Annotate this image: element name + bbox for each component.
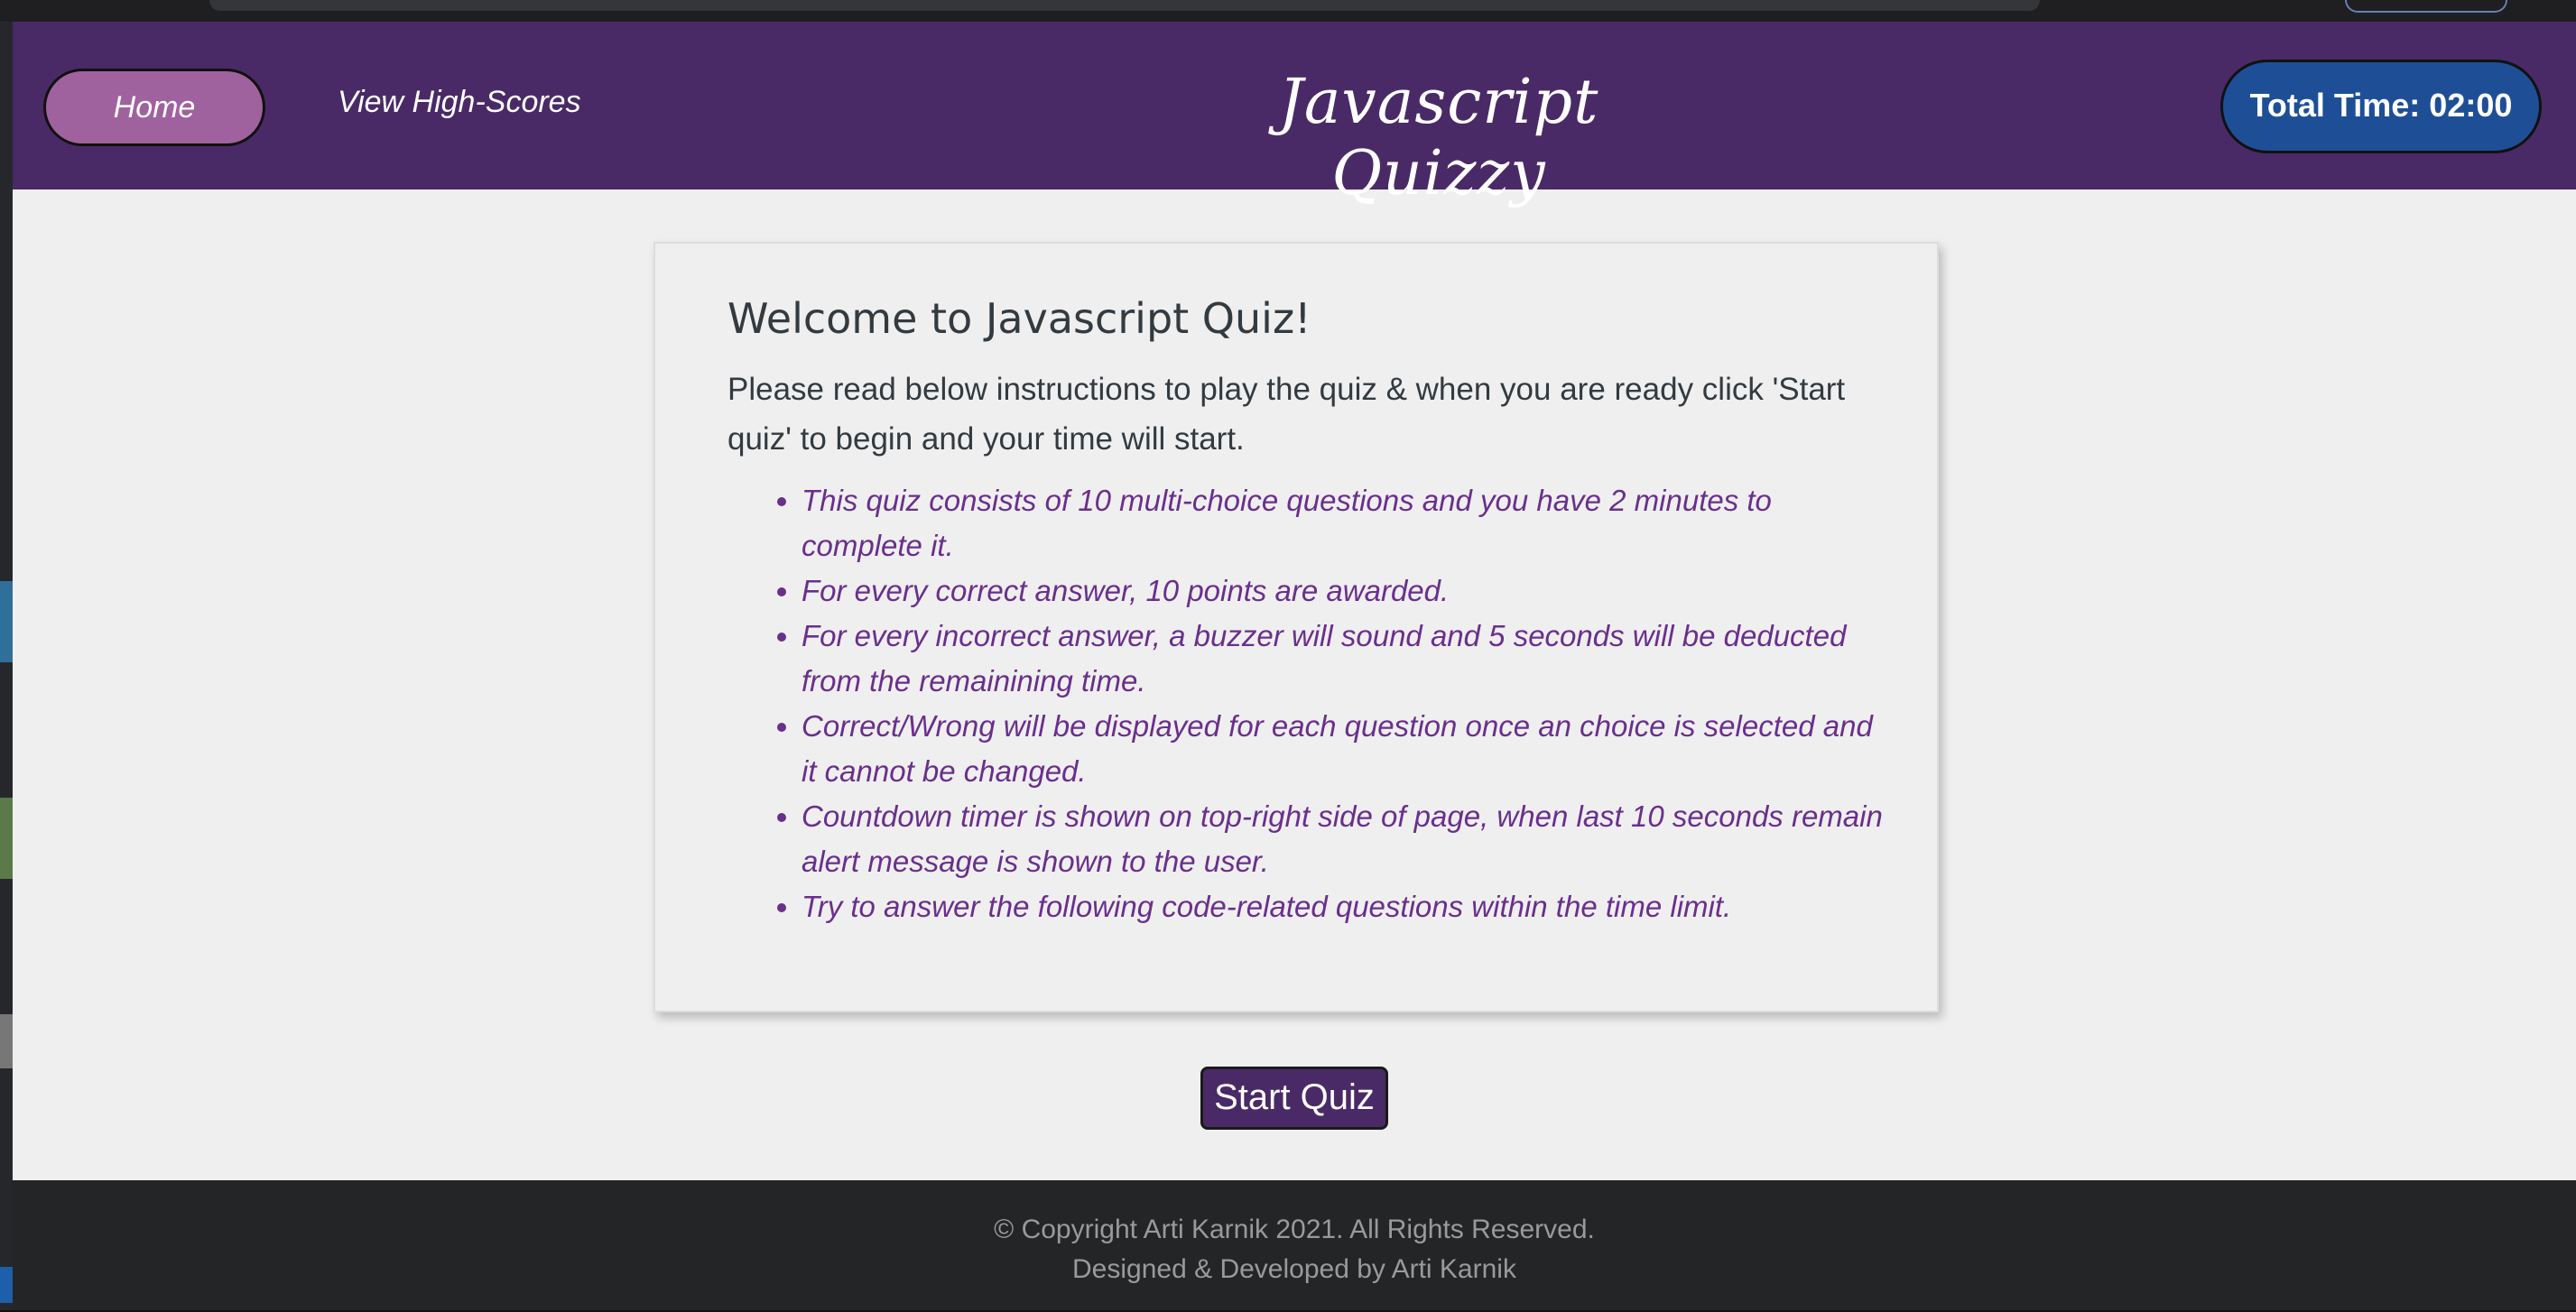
rule-item: For every correct answer, 10 points are … xyxy=(802,568,1894,614)
rules-list: This quiz consists of 10 multi-choice qu… xyxy=(764,478,1894,929)
side-dock xyxy=(0,22,13,1312)
profile-button[interactable] xyxy=(2345,0,2507,13)
quiz-page: Home View High-Scores Javascript Quizzy … xyxy=(13,22,2576,1310)
intro-text: Please read below instructions to play t… xyxy=(727,372,1846,457)
start-quiz-button[interactable]: Start Quiz xyxy=(1200,1067,1388,1130)
copyright-text: © Copyright Arti Karnik 2021. All Rights… xyxy=(994,1215,1595,1244)
rule-item: Try to answer the following code-related… xyxy=(802,884,1894,929)
dock-item[interactable] xyxy=(0,798,13,879)
instructions-card: Welcome to Javascript Quiz! Please read … xyxy=(653,242,1939,1012)
site-title: Javascript Quizzy xyxy=(1278,67,1599,209)
rule-item: Countdown timer is shown on top-right si… xyxy=(802,794,1894,884)
total-time-badge: Total Time: 02:00 xyxy=(2220,60,2542,153)
address-bar[interactable] xyxy=(209,0,2040,11)
welcome-heading: Welcome to Javascript Quiz! xyxy=(727,294,1311,343)
browser-top-bar xyxy=(0,0,2576,22)
dock-item[interactable] xyxy=(0,1267,13,1303)
rule-item: For every incorrect answer, a buzzer wil… xyxy=(802,614,1894,704)
rule-item: Correct/Wrong will be displayed for each… xyxy=(802,704,1894,794)
site-header: Home View High-Scores Javascript Quizzy … xyxy=(13,22,2576,209)
dock-item[interactable] xyxy=(0,581,13,662)
home-button[interactable]: Home xyxy=(43,69,265,146)
rule-item: This quiz consists of 10 multi-choice qu… xyxy=(802,478,1894,568)
credits-text: Designed & Developed by Arti Karnik xyxy=(1072,1254,1516,1284)
site-footer: © Copyright Arti Karnik 2021. All Rights… xyxy=(13,1180,2576,1310)
dock-item[interactable] xyxy=(0,1014,13,1068)
view-highscores-link[interactable]: View High-Scores xyxy=(338,85,581,120)
